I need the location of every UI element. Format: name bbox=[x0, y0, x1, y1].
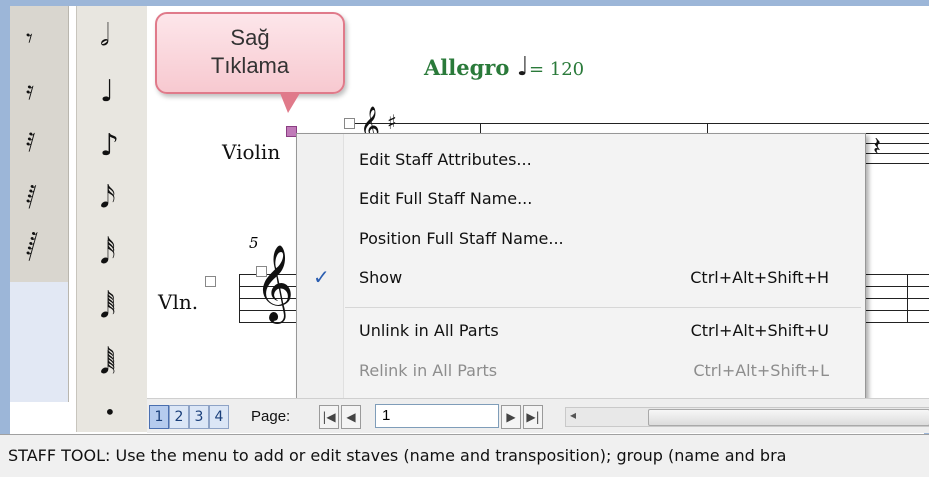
status-bar-text: STAFF TOOL: Use the menu to add or edit … bbox=[8, 446, 787, 465]
menu-item-shortcut: Ctrl+Alt+Shift+L bbox=[693, 361, 829, 380]
staff-name-handle[interactable] bbox=[205, 276, 216, 287]
menu-item-show[interactable]: ✓ Show Ctrl+Alt+Shift+H bbox=[297, 259, 865, 297]
staff-name-short[interactable]: Vln. bbox=[158, 290, 198, 314]
callout-line-1: Sağ bbox=[230, 25, 270, 50]
rest-palette bbox=[10, 6, 69, 282]
first-page-icon[interactable]: |◀ bbox=[319, 405, 339, 429]
menu-item-label: Position Full Staff Name... bbox=[359, 229, 564, 248]
rest-palette-empty-area bbox=[10, 282, 69, 402]
hundredtwentyeighth-rest-tool-icon[interactable]: 𝅂 bbox=[26, 232, 38, 263]
page-layout-button-3[interactable]: 3 bbox=[189, 405, 209, 429]
system-barline bbox=[239, 274, 240, 322]
menu-separator bbox=[345, 307, 861, 308]
sixtyfourth-note-tool-icon[interactable]: 𝅘𝅥𝅱 bbox=[100, 290, 116, 325]
finale-window: 𝄾 𝄿 𝅀 𝅁 𝅂 𝅗𝅥 ♩ ♪ 𝅘𝅥𝅯 𝅘𝅥𝅰 𝅘𝅥𝅱 𝅘𝅥𝅲 • 𝄞 ♯ 𝄞… bbox=[0, 0, 929, 477]
tempo-text: Allegro bbox=[424, 55, 510, 80]
staff-name-full[interactable]: Violin bbox=[222, 140, 280, 164]
menu-item-label: Edit Staff Attributes... bbox=[359, 150, 532, 169]
context-menu: Edit Staff Attributes... Edit Full Staff… bbox=[296, 133, 866, 399]
page-number-input[interactable]: 1 bbox=[375, 404, 499, 428]
menu-item-label: Unlink in All Parts bbox=[359, 321, 499, 340]
staff-line bbox=[352, 123, 929, 124]
quarter-rest-icon: 𝄽 bbox=[873, 132, 881, 162]
thirtysecond-note-tool-icon[interactable]: 𝅘𝅥𝅰 bbox=[100, 236, 116, 271]
sixtyfourth-rest-tool-icon[interactable]: 𝅁 bbox=[26, 180, 37, 211]
menu-item-label: Edit Full Staff Name... bbox=[359, 189, 533, 208]
next-page-icon[interactable]: ▶ bbox=[501, 405, 521, 429]
menu-item-relink-in-all-parts: Relink in All Parts Ctrl+Alt+Shift+L bbox=[297, 352, 865, 390]
callout-line-2: Tıklama bbox=[210, 53, 290, 78]
tempo-value: = 120 bbox=[528, 59, 585, 80]
callout-bubble: Sağ Tıklama bbox=[155, 12, 345, 94]
tempo-marking[interactable]: Allegro ♩= 120 bbox=[424, 52, 584, 82]
page-layout-button-1[interactable]: 1 bbox=[149, 405, 169, 429]
page-label: Page: bbox=[251, 408, 291, 425]
menu-item-edit-full-staff-name[interactable]: Edit Full Staff Name... bbox=[297, 180, 865, 218]
thirtysecond-rest-tool-icon[interactable]: 𝅀 bbox=[26, 128, 36, 159]
treble-clef-icon: 𝄞 bbox=[255, 244, 295, 321]
staff-handle[interactable] bbox=[256, 266, 267, 277]
scroll-left-icon[interactable]: ◂ bbox=[570, 408, 576, 422]
page-layout-button-2[interactable]: 2 bbox=[169, 405, 189, 429]
menu-item-unlink-in-all-parts[interactable]: Unlink in All Parts Ctrl+Alt+Shift+U bbox=[297, 312, 865, 350]
quarter-note-icon: ♩ bbox=[516, 52, 529, 82]
barline bbox=[907, 274, 908, 322]
page-layout-button-4[interactable]: 4 bbox=[209, 405, 229, 429]
last-page-icon[interactable]: ▶| bbox=[523, 405, 543, 429]
measure-number: 5 bbox=[249, 234, 259, 252]
sixteenth-rest-tool-icon[interactable]: 𝄿 bbox=[26, 76, 34, 107]
eighth-note-tool-icon[interactable]: ♪ bbox=[100, 128, 119, 163]
previous-page-icon[interactable]: ◀ bbox=[341, 405, 361, 429]
half-note-tool-icon[interactable]: 𝅗𝅥 bbox=[100, 18, 110, 53]
menu-item-shortcut: Ctrl+Alt+Shift+U bbox=[690, 321, 829, 340]
sixteenth-note-tool-icon[interactable]: 𝅘𝅥𝅯 bbox=[100, 180, 116, 215]
callout-tail bbox=[280, 93, 300, 113]
menu-item-shortcut: Ctrl+Alt+Shift+H bbox=[690, 268, 829, 287]
staff-handle[interactable] bbox=[344, 118, 355, 129]
horizontal-scrollbar[interactable]: ◂ bbox=[565, 407, 929, 427]
status-bar: STAFF TOOL: Use the menu to add or edit … bbox=[0, 434, 929, 477]
page-navigation-bar: 1 2 3 4 Page: |◀ ◀ 1 ▶ ▶| ◂ bbox=[147, 398, 929, 433]
window-left-border bbox=[0, 0, 10, 434]
dot-tool-icon[interactable]: • bbox=[104, 400, 116, 424]
hundredtwentyeighth-note-tool-icon[interactable]: 𝅘𝅥𝅲 bbox=[100, 346, 116, 381]
menu-item-label: Show bbox=[359, 268, 403, 287]
sharp-icon: ♯ bbox=[387, 110, 397, 134]
menu-item-position-full-staff-name[interactable]: Position Full Staff Name... bbox=[297, 220, 865, 258]
scrollbar-thumb[interactable] bbox=[648, 409, 929, 426]
checkmark-icon: ✓ bbox=[313, 265, 330, 289]
menu-item-edit-staff-attributes[interactable]: Edit Staff Attributes... bbox=[297, 141, 865, 179]
menu-item-label: Relink in All Parts bbox=[359, 361, 498, 380]
quarter-note-tool-icon[interactable]: ♩ bbox=[100, 74, 114, 109]
eighth-rest-tool-icon[interactable]: 𝄾 bbox=[26, 24, 33, 55]
